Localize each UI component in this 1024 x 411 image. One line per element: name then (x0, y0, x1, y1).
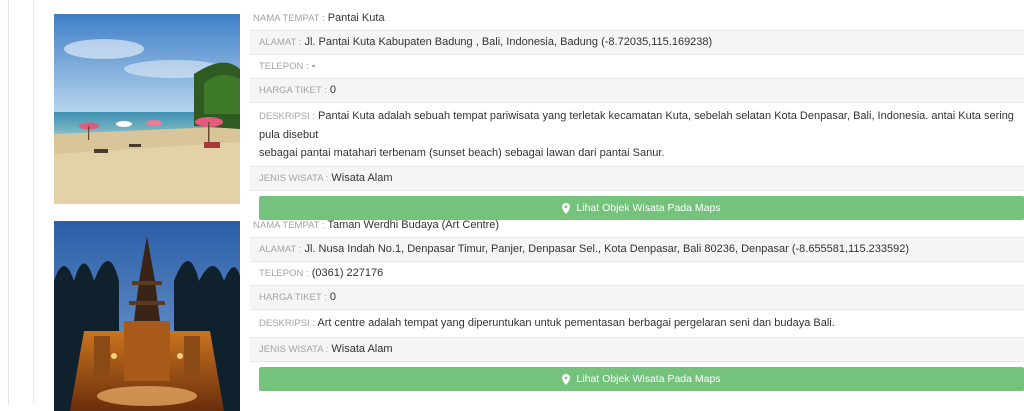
maps-button-label: Lihat Objek Wisata Pada Maps (576, 373, 721, 385)
telepon-value: - (311, 60, 316, 72)
jenis-label: JENIS WISATA : (259, 173, 329, 184)
row-telepon: TELEPON : (0361) 227176 (250, 262, 1024, 286)
map-marker-icon (562, 373, 571, 385)
row-harga: HARGA TIKET : 0 (250, 286, 1024, 310)
maps-button-label: Lihat Objek Wisata Pada Maps (576, 202, 721, 214)
row-jenis: JENIS WISATA : Wisata Alam (250, 338, 1024, 362)
nama-label: NAMA TEMPAT : (253, 13, 325, 24)
deskripsi-value: Art centre adalah tempat yang diperuntuk… (317, 317, 835, 329)
harga-label: HARGA TIKET : (259, 292, 327, 303)
row-deskripsi: DESKRIPSI : Art centre adalah tempat yan… (250, 310, 1024, 338)
alamat-value: Jl. Nusa Indah No.1, Denpasar Timur, Pan… (304, 243, 910, 255)
beach-photo[interactable] (54, 14, 240, 204)
temple-photo[interactable] (54, 221, 240, 411)
left-divider (33, 0, 34, 405)
deskripsi-label: DESKRIPSI : (259, 111, 315, 122)
map-marker-icon (562, 202, 571, 214)
jenis-value: Wisata Alam (331, 343, 393, 355)
nama-value: Pantai Kuta (327, 12, 385, 24)
nama-value: Taman Werdhi Budaya (Art Centre) (327, 219, 500, 231)
row-nama: NAMA TEMPAT : Taman Werdhi Budaya (Art C… (250, 214, 1024, 238)
row-alamat: ALAMAT : Jl. Nusa Indah No.1, Denpasar T… (250, 238, 1024, 262)
place-card: NAMA TEMPAT : Pantai Kuta ALAMAT : Jl. P… (54, 7, 1024, 220)
row-jenis: JENIS WISATA : Wisata Alam (250, 167, 1024, 191)
nama-label: NAMA TEMPAT : (253, 220, 325, 231)
alamat-label: ALAMAT : (259, 37, 302, 48)
row-alamat: ALAMAT : Jl. Pantai Kuta Kabupaten Badun… (250, 31, 1024, 55)
jenis-label: JENIS WISATA : (259, 344, 329, 355)
deskripsi-value-cont: sebagai pantai matahari terbenam (sunset… (259, 147, 665, 159)
harga-label: HARGA TIKET : (259, 85, 327, 96)
place-details: NAMA TEMPAT : Taman Werdhi Budaya (Art C… (250, 214, 1024, 391)
deskripsi-label: DESKRIPSI : (259, 318, 315, 329)
alamat-value: Jl. Pantai Kuta Kabupaten Badung , Bali,… (304, 36, 713, 48)
row-telepon: TELEPON : - (250, 55, 1024, 79)
left-border (8, 0, 9, 405)
row-harga: HARGA TIKET : 0 (250, 79, 1024, 103)
deskripsi-value: Pantai Kuta adalah sebuah tempat pariwis… (259, 110, 1014, 141)
harga-value: 0 (329, 291, 336, 303)
jenis-value: Wisata Alam (331, 172, 393, 184)
telepon-label: TELEPON : (259, 268, 309, 279)
view-on-maps-button[interactable]: Lihat Objek Wisata Pada Maps (259, 367, 1024, 391)
place-card: NAMA TEMPAT : Taman Werdhi Budaya (Art C… (54, 214, 1024, 411)
row-nama: NAMA TEMPAT : Pantai Kuta (250, 7, 1024, 31)
alamat-label: ALAMAT : (259, 244, 302, 255)
row-deskripsi: DESKRIPSI : Pantai Kuta adalah sebuah te… (250, 103, 1024, 167)
place-details: NAMA TEMPAT : Pantai Kuta ALAMAT : Jl. P… (250, 7, 1024, 220)
harga-value: 0 (329, 84, 336, 96)
telepon-value: (0361) 227176 (311, 267, 384, 279)
telepon-label: TELEPON : (259, 61, 309, 72)
